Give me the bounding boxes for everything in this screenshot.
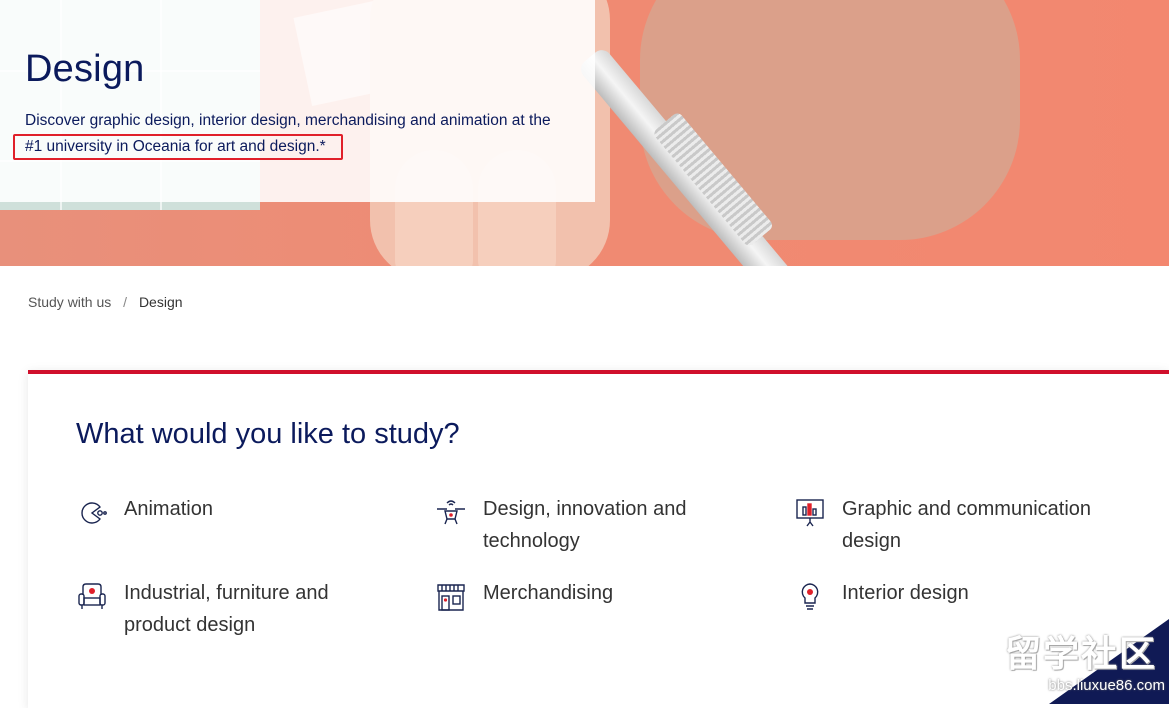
- ranking-highlight-box: [13, 134, 343, 160]
- hero-description-text: Discover graphic design, interior design…: [25, 112, 551, 129]
- presentation-board-icon: [794, 497, 826, 529]
- study-options-panel: What would you like to study? Animation …: [28, 370, 1169, 708]
- armchair-icon: [76, 581, 108, 613]
- watermark-url: bbs.liuxue86.com: [1048, 677, 1165, 694]
- study-label: Industrial, furniture and product design: [124, 582, 329, 636]
- hero-banner: Design Discover graphic design, interior…: [0, 0, 1169, 266]
- study-label: Interior design: [842, 582, 969, 604]
- watermark: 留学社区 bbs.liuxue86.com: [999, 619, 1169, 704]
- watermark-logo: 留学社区: [1004, 634, 1157, 675]
- breadcrumb: Study with us / Design: [28, 294, 183, 310]
- hero-text-card: Design Discover graphic design, interior…: [0, 0, 595, 202]
- page-title: Design: [25, 48, 145, 90]
- drone-icon: [435, 497, 467, 529]
- study-label: Design, innovation and technology: [483, 498, 687, 552]
- study-label: Animation: [124, 498, 213, 520]
- storefront-icon: [435, 581, 467, 613]
- lightbulb-icon: [794, 581, 826, 613]
- study-label: Merchandising: [483, 582, 614, 604]
- breadcrumb-separator: /: [123, 294, 128, 310]
- breadcrumb-link-study-with-us[interactable]: Study with us: [28, 294, 111, 310]
- breadcrumb-current-design: Design: [138, 294, 183, 310]
- animation-icon: [76, 497, 108, 529]
- study-heading: What would you like to study?: [76, 418, 460, 450]
- study-label: Graphic and communication design: [842, 498, 1092, 552]
